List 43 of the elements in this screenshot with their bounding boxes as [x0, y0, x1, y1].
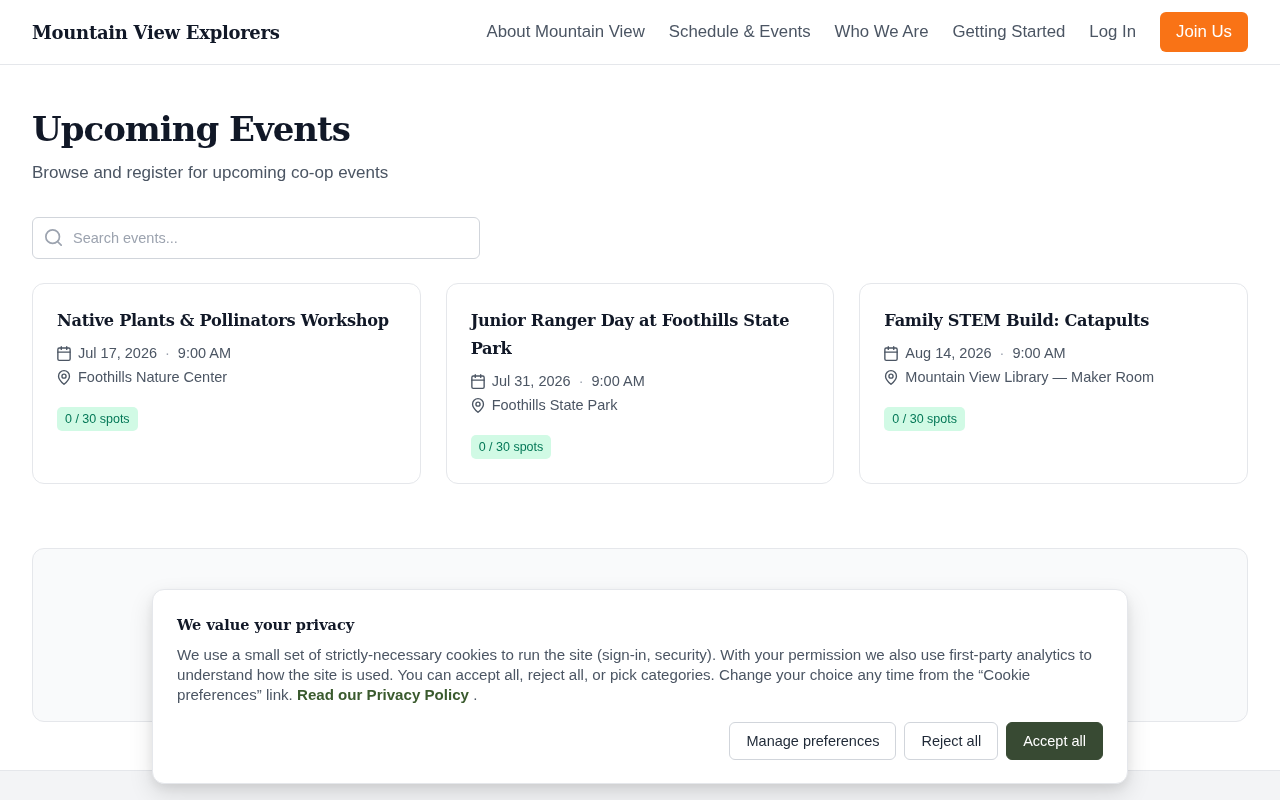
nav-link[interactable]: Schedule & Events [668, 22, 811, 42]
nav-link[interactable]: Log In [1089, 22, 1137, 42]
event-time: 9:00 AM [591, 372, 645, 391]
event-title: Junior Ranger Day at Foothills State Park [470, 310, 791, 360]
nav-link[interactable]: About Mountain View [486, 22, 645, 42]
event-time: 9:00 AM [177, 344, 232, 363]
nav-link[interactable]: Who We Are [834, 22, 929, 42]
spots-badge: 0 / 30 spots [57, 407, 138, 431]
event-date: Aug 14, 2026 [905, 344, 992, 363]
privacy-policy-link[interactable]: Read our Privacy Policy [297, 686, 469, 703]
event-date: Jul 31, 2026 [491, 372, 571, 391]
event-date: Jul 17, 2026 [78, 344, 157, 363]
event-location: Foothills Nature Center [78, 368, 228, 387]
event-card[interactable]: Native Plants & Pollinators Workshop Jul 17, 2026 · 9:00 AM Foothills Nature Center 0 / 30 spots [32, 283, 421, 484]
calendar-icon [884, 345, 899, 361]
map-pin-icon [884, 369, 899, 385]
spots-badge: 0 / 30 spots [884, 407, 965, 431]
search-icon [45, 229, 62, 246]
event-card[interactable]: Family STEM Build: Catapults Aug 14, 2026 · 9:00 AM Mountain View Library — Maker Room 0 / 30 spots [859, 283, 1248, 484]
event-title: Native Plants & Pollinators Workshop [57, 310, 390, 332]
site-logo[interactable]: Mountain View Explorers [32, 21, 280, 43]
event-card[interactable]: Junior Ranger Day at Foothills State Park Jul 31, 2026 · 9:00 AM Foothills State Park 0 / 30 spots [445, 283, 835, 484]
event-location: Mountain View Library — Maker Room [905, 368, 1155, 387]
cookie-button[interactable]: Manage preferences [729, 722, 897, 760]
event-title: Family STEM Build: Catapults [884, 310, 1150, 332]
nav-link[interactable]: Getting Started [952, 22, 1066, 42]
calendar-icon [57, 345, 71, 361]
event-time: 9:00 AM [1012, 344, 1066, 363]
page-title: Upcoming Events [32, 108, 351, 151]
event-location: Foothills State Park [491, 396, 618, 415]
cookie-button[interactable]: Reject all [904, 722, 999, 760]
calendar-icon [470, 373, 485, 389]
map-pin-icon [57, 369, 71, 385]
map-pin-icon [470, 397, 485, 413]
cookie-text: We use a small set of strictly-necessary cookies to run the site (sign-in, security). With your permission we also use first-party analytics to understand how the site is used. You can accept all, reject all, or pick categories. Change your choice any time from the “Cookie preferences” link. Read our Privacy Policy . [177, 645, 1093, 705]
separator: · [998, 344, 1006, 363]
spots-badge: 0 / 30 spots [470, 435, 552, 459]
separator: · [164, 344, 171, 363]
cookie-button[interactable]: Accept all [1006, 722, 1103, 760]
search-field[interactable]: Search events... [32, 217, 480, 259]
page-subtitle: Browse and register for upcoming co-op events [32, 162, 390, 184]
cookie-title: We value your privacy [177, 615, 356, 635]
separator: · [577, 372, 585, 391]
